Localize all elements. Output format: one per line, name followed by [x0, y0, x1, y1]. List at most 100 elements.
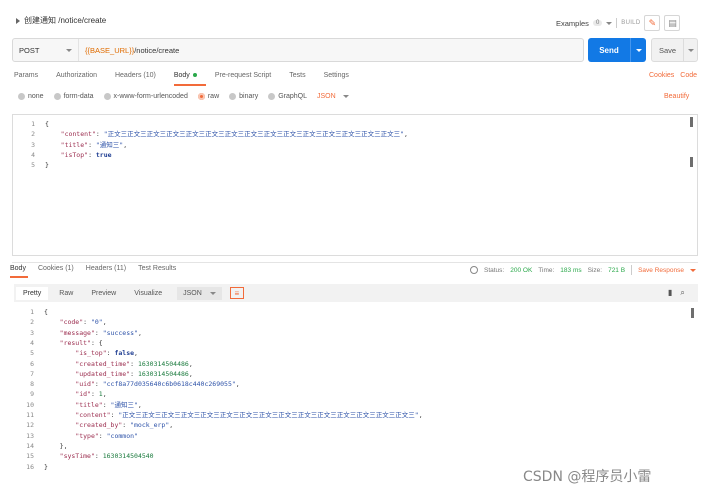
code-text: "uid": "ccf8a77d035640c6b0618c440c269055… [75, 380, 240, 389]
size-value: 721 B [608, 266, 626, 274]
code-text: "isTop": true [60, 150, 112, 159]
code-line: 9 "id": 1, [12, 389, 682, 399]
line-number: 5 [31, 161, 35, 170]
tab-settings[interactable]: Settings [324, 72, 349, 79]
code-line: 4 "isTop": true [13, 150, 683, 160]
tab-headers[interactable]: Headers (10) [115, 72, 156, 79]
view-raw[interactable]: Raw [52, 287, 80, 300]
json-value: true [95, 150, 112, 159]
radio-x-www-form-urlencoded[interactable]: x-www-form-urlencoded [103, 93, 188, 100]
tab-params[interactable]: Params [14, 72, 38, 79]
json-key: "id" [75, 390, 91, 399]
code-link[interactable]: Code [680, 72, 697, 79]
code-text: "id": 1, [75, 390, 107, 399]
request-body-editor[interactable]: 1{2 "content": "正文三正文三正文三正文三正文三正文三正文三正文三… [12, 114, 698, 256]
response-toolbar: Pretty Raw Preview Visualize JSON ≡ [14, 284, 698, 302]
chevron-down-icon[interactable] [689, 268, 696, 272]
body-format-select[interactable]: JSON [317, 93, 349, 100]
globe-icon[interactable] [470, 266, 478, 274]
view-pretty[interactable]: Pretty [16, 286, 49, 300]
radio-label: raw [207, 93, 220, 100]
examples-bar: Examples 0 BUILD ✎ ▤ [556, 15, 681, 31]
radio-icon [268, 93, 276, 100]
save-response-button[interactable]: Save Response [638, 267, 684, 274]
scrollbar[interactable] [690, 157, 693, 167]
view-preview[interactable]: Preview [84, 287, 123, 300]
line-number: 6 [30, 359, 34, 368]
response-format-label: JSON [183, 289, 202, 297]
radio-icon [18, 93, 25, 100]
send-dropdown[interactable] [630, 38, 646, 62]
response-body-viewer[interactable]: 1{2 "code": "0", 3 "message": "success", 4… [12, 306, 698, 476]
radio-none[interactable]: none [18, 93, 44, 100]
code-line: 13 "type": "common" [12, 431, 682, 441]
divider [12, 262, 698, 263]
send-button[interactable]: Send [588, 38, 646, 62]
divider [616, 18, 618, 28]
divider [631, 265, 633, 275]
radio-raw[interactable]: raw [197, 93, 220, 100]
beautify-link[interactable]: Beautify [664, 93, 689, 100]
response-format-select[interactable]: JSON [177, 286, 222, 300]
chevron-down-icon [66, 48, 72, 52]
code-text: }, [44, 441, 68, 450]
examples-label[interactable]: Examples [556, 19, 589, 28]
chevron-down-icon [635, 48, 642, 52]
tab-label: Cookies (1) [37, 265, 74, 272]
request-title[interactable]: 创建通知 /notice/create [16, 15, 106, 26]
save-dropdown[interactable] [683, 39, 697, 61]
examples-dropdown-icon[interactable] [606, 21, 613, 25]
edit-icon[interactable]: ✎ [644, 15, 661, 31]
code-line: 5 "is_top": false, [12, 348, 682, 358]
code-line: 1{ [12, 307, 682, 317]
line-number: 8 [30, 380, 34, 389]
examples-count-badge: 0 [592, 20, 603, 26]
response-tabs: Body Cookies (1) Headers (11) Test Resul… [10, 265, 176, 272]
code-text: "created_by": "mock_erp", [75, 421, 174, 430]
tab-pre-request-script[interactable]: Pre-request Script [215, 72, 271, 79]
radio-graphql[interactable]: GraphQL [268, 93, 307, 100]
search-icon[interactable]: ⌕ [680, 288, 684, 298]
tab-test-results[interactable]: Test Results [138, 265, 176, 272]
code-text: } [45, 161, 49, 170]
cookies-link[interactable]: Cookies [649, 72, 674, 79]
tab-response-headers[interactable]: Headers (11) [86, 265, 126, 272]
url-variable: {{BASE_URL}} [85, 45, 135, 55]
code-line: 10 "title": "通知三", [12, 400, 682, 410]
url-input[interactable]: {{BASE_URL}}/notice/create [79, 46, 179, 55]
json-key: "content" [60, 130, 96, 139]
json-value: "通知三" [95, 140, 124, 149]
request-tabs: Params Authorization Headers (10) Body P… [14, 72, 349, 79]
copy-icon[interactable]: ▮ [668, 288, 672, 298]
view-visualize[interactable]: Visualize [127, 287, 169, 300]
code-line: 6 "created_time": 1630314504486, [12, 359, 682, 369]
json-key: "created_by" [75, 421, 123, 430]
line-number: 13 [26, 431, 34, 440]
wrap-lines-icon[interactable]: ≡ [229, 287, 244, 299]
chevron-down-icon [342, 95, 349, 98]
scrollbar[interactable] [691, 308, 694, 318]
expand-caret-icon[interactable] [16, 17, 20, 24]
tab-tests[interactable]: Tests [289, 72, 305, 79]
documentation-icon[interactable]: ▤ [664, 15, 681, 31]
json-key: "title" [75, 400, 103, 409]
tab-response-cookies[interactable]: Cookies (1) [38, 265, 74, 272]
radio-form-data[interactable]: form-data [53, 93, 94, 100]
method-select[interactable]: POST [13, 39, 79, 61]
tab-authorization[interactable]: Authorization [56, 72, 97, 79]
code-text: "result": { [59, 338, 103, 347]
line-number: 5 [30, 349, 34, 358]
tab-body[interactable]: Body [174, 72, 197, 79]
tab-response-body[interactable]: Body [10, 265, 26, 272]
code-text: "sysTime": 1630314504540 [59, 452, 154, 461]
code-text: "created_time": 1630314504486, [75, 359, 193, 368]
json-value: 1630314504540 [102, 452, 154, 461]
line-number: 16 [26, 462, 34, 471]
radio-binary[interactable]: binary [229, 93, 258, 100]
save-button[interactable]: Save [651, 38, 698, 62]
tab-body-label: Body [173, 72, 190, 79]
scrollbar[interactable] [690, 117, 693, 127]
body-indicator-dot [192, 73, 197, 78]
tab-headers-label: Headers (10) [114, 72, 156, 79]
line-number: 2 [30, 318, 34, 327]
